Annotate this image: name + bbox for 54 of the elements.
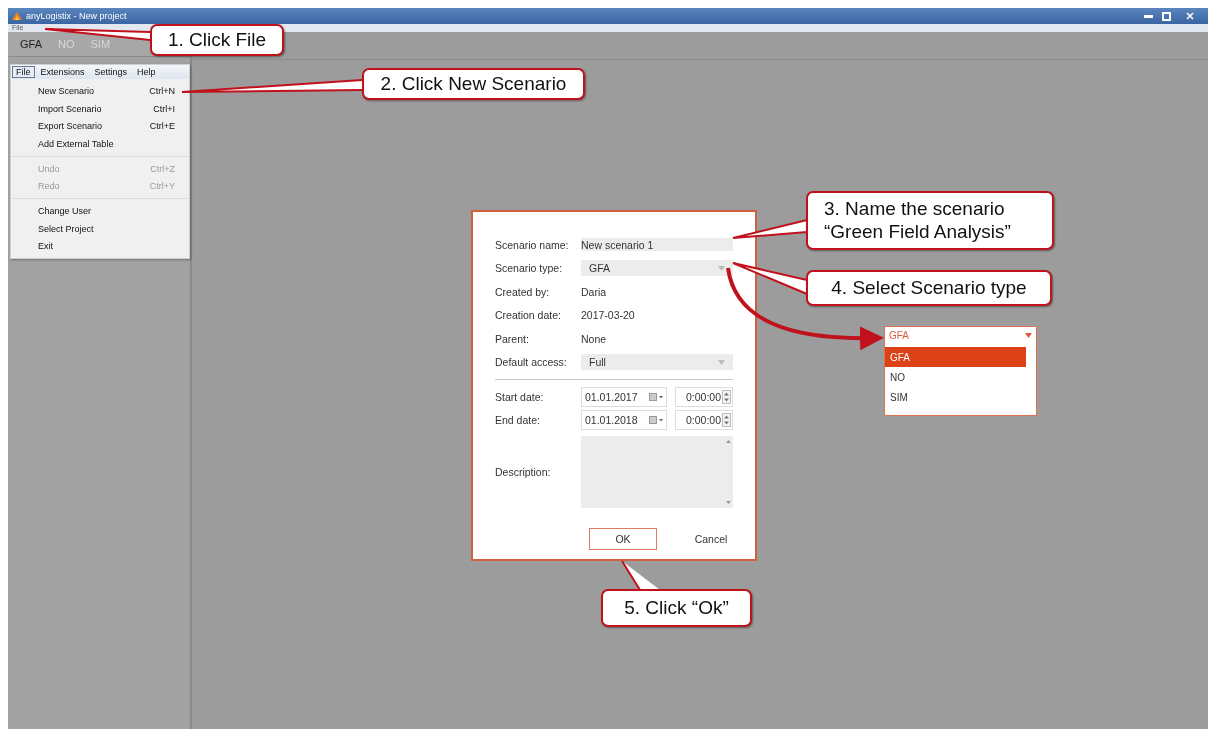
- field-label: Start date:: [495, 390, 545, 403]
- menu-bar-item[interactable]: Settings: [90, 66, 132, 78]
- time-field[interactable]: 0:00:00: [675, 410, 733, 431]
- spinner-icon: [722, 389, 731, 404]
- menu-item[interactable]: Import Scenario Ctrl+I: [11, 99, 189, 118]
- scroll-up-icon: [726, 440, 731, 443]
- field-label: Scenario name:: [495, 238, 570, 251]
- menu-item[interactable]: Select Project: [11, 219, 189, 238]
- menu-item[interactable]: Add External Table: [11, 135, 189, 153]
- field-label: End date:: [495, 414, 541, 427]
- field-value: Daria: [581, 285, 607, 298]
- menu-item[interactable]: New Scenario Ctrl+N: [11, 82, 189, 100]
- window-title: anyLogistix - New project: [26, 11, 127, 21]
- caret-icon: [718, 359, 725, 365]
- calendar-icon: [649, 392, 663, 401]
- scenario-tab[interactable]: GFA: [20, 38, 42, 50]
- field-label: Description:: [495, 466, 552, 478]
- dropdown-option[interactable]: GFA: [885, 347, 1026, 367]
- callout: 1. Click File: [150, 24, 284, 56]
- menu-item[interactable]: Exit: [11, 237, 189, 256]
- caret-icon: [1025, 332, 1032, 338]
- date-field[interactable]: 01.01.2017: [581, 386, 667, 407]
- field-label: Created by:: [495, 285, 551, 298]
- ok-button[interactable]: OK: [589, 528, 657, 550]
- menu-item[interactable]: Change User: [11, 202, 189, 220]
- field-label: Scenario type:: [495, 262, 564, 275]
- menu-item[interactable]: Export Scenario Ctrl+E: [11, 117, 189, 136]
- callout: 2. Click New Scenario: [362, 68, 585, 100]
- dropdown[interactable]: GFA: [581, 260, 733, 277]
- callout: 3. Name the scenario “Green Field Analysis”: [806, 191, 1054, 250]
- field-value: 2017-03-20: [581, 309, 635, 322]
- close-icon: [1186, 12, 1194, 20]
- menu-bar-item[interactable]: Help: [133, 66, 160, 78]
- dropdown-option[interactable]: NO: [885, 367, 1036, 387]
- time-field[interactable]: 0:00:00: [675, 386, 733, 407]
- date-field[interactable]: 01.01.2018: [581, 410, 667, 431]
- dropdown[interactable]: Full: [581, 354, 733, 371]
- field-label: Default access:: [495, 356, 568, 369]
- field-value: None: [581, 332, 607, 345]
- name-field[interactable]: New scenario 1: [581, 238, 733, 252]
- caret-icon: [718, 265, 725, 271]
- maximize-icon: [1161, 11, 1171, 21]
- menu-bar-item[interactable]: File: [12, 66, 35, 78]
- menu-bar-item[interactable]: Extensions: [36, 66, 89, 78]
- field-label: Creation date:: [495, 309, 562, 322]
- description-field[interactable]: [581, 436, 733, 508]
- minimize-icon: [1143, 14, 1153, 18]
- calendar-icon: [649, 416, 663, 425]
- scroll-down-icon: [726, 501, 731, 504]
- app-icon: [12, 11, 22, 21]
- dropdown-value[interactable]: GFA: [889, 329, 909, 341]
- field-label: Parent:: [495, 332, 530, 345]
- spinner-icon: [722, 413, 731, 428]
- dropdown-option[interactable]: SIM: [885, 387, 1036, 407]
